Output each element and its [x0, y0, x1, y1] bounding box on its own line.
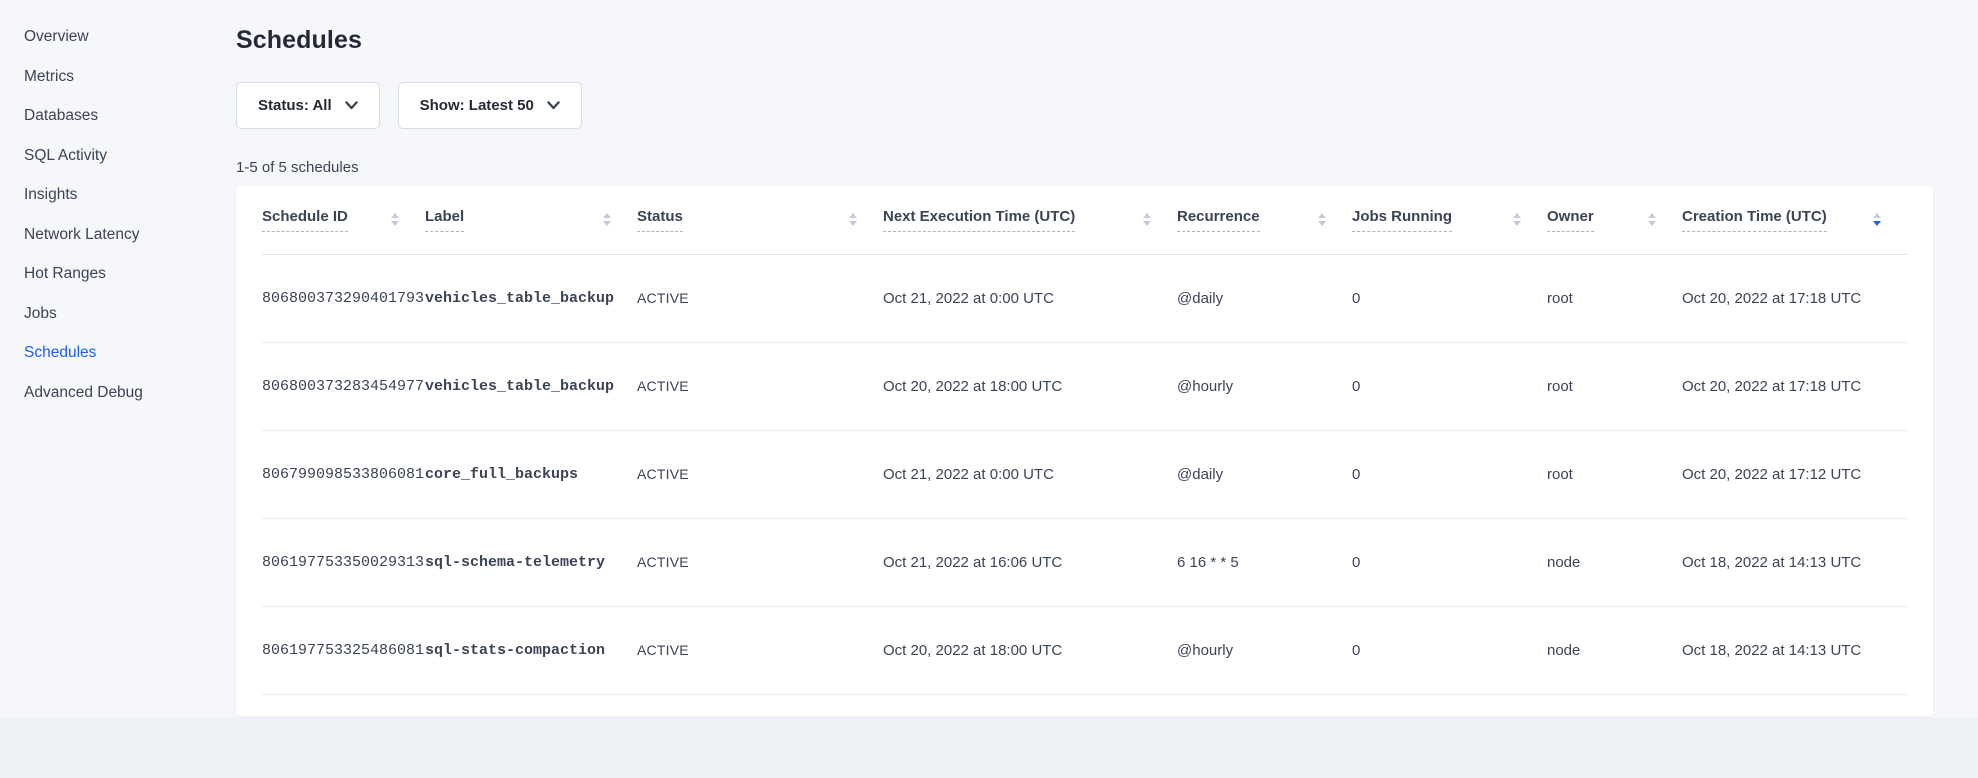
- column-header-recurrence[interactable]: Recurrence: [1177, 186, 1352, 254]
- sidebar-item-schedules[interactable]: Schedules: [24, 333, 236, 373]
- cell-owner: node: [1547, 606, 1682, 694]
- status-filter-dropdown[interactable]: Status: All: [236, 82, 380, 129]
- column-label: Creation Time (UTC): [1682, 208, 1827, 232]
- cell-creation-time: Oct 18, 2022 at 14:13 UTC: [1682, 518, 1907, 606]
- sidebar-item-advanced-debug[interactable]: Advanced Debug: [24, 373, 236, 413]
- column-label: Label: [425, 208, 464, 232]
- sidebar-item-jobs[interactable]: Jobs: [24, 294, 236, 334]
- cell-status: ACTIVE: [637, 606, 883, 694]
- table-row: 806800373290401793vehicles_table_backupA…: [262, 254, 1907, 342]
- table-row: 806799098533806081core_full_backupsACTIV…: [262, 430, 1907, 518]
- cell-status: ACTIVE: [637, 518, 883, 606]
- column-label: Recurrence: [1177, 208, 1260, 232]
- column-header-next-execution-time-utc[interactable]: Next Execution Time (UTC): [883, 186, 1177, 254]
- show-filter-dropdown[interactable]: Show: Latest 50: [398, 82, 582, 129]
- cell-creation-time: Oct 18, 2022 at 14:13 UTC: [1682, 606, 1907, 694]
- sidebar: OverviewMetricsDatabasesSQL ActivityInsi…: [0, 0, 236, 412]
- cell-jobs-running: 0: [1352, 430, 1547, 518]
- table-row: 806800373283454977vehicles_table_backupA…: [262, 342, 1907, 430]
- sort-arrows-icon: [1143, 213, 1151, 226]
- results-count: 1-5 of 5 schedules: [236, 159, 1933, 176]
- cell-recurrence: @hourly: [1177, 606, 1352, 694]
- sort-arrows-icon: [1513, 213, 1521, 226]
- cell-owner: root: [1547, 254, 1682, 342]
- column-header-status[interactable]: Status: [637, 186, 883, 254]
- schedules-table: Schedule ID Label Status Next Execution Tim…: [262, 186, 1907, 695]
- cell-schedule-id: 806197753325486081: [262, 606, 425, 694]
- cell-status: ACTIVE: [637, 342, 883, 430]
- cell-next-execution-time: Oct 21, 2022 at 16:06 UTC: [883, 518, 1177, 606]
- cell-jobs-running: 0: [1352, 254, 1547, 342]
- sort-arrows-icon: [849, 213, 857, 226]
- table-header-row: Schedule ID Label Status Next Execution Tim…: [262, 186, 1907, 254]
- sidebar-item-sql-activity[interactable]: SQL Activity: [24, 136, 236, 176]
- cell-next-execution-time: Oct 21, 2022 at 0:00 UTC: [883, 254, 1177, 342]
- column-header-owner[interactable]: Owner: [1547, 186, 1682, 254]
- cell-schedule-id: 806800373290401793: [262, 254, 425, 342]
- cell-recurrence: @daily: [1177, 430, 1352, 518]
- cell-recurrence: @hourly: [1177, 342, 1352, 430]
- main-content: Schedules Status: All Show: Latest 50 1-…: [236, 0, 1933, 716]
- cell-creation-time: Oct 20, 2022 at 17:18 UTC: [1682, 254, 1907, 342]
- cell-owner: root: [1547, 430, 1682, 518]
- cell-label: vehicles_table_backup: [425, 254, 637, 342]
- cell-jobs-running: 0: [1352, 518, 1547, 606]
- chevron-down-icon: [547, 101, 560, 110]
- cell-next-execution-time: Oct 21, 2022 at 0:00 UTC: [883, 430, 1177, 518]
- sidebar-item-overview[interactable]: Overview: [24, 17, 236, 57]
- cell-status: ACTIVE: [637, 430, 883, 518]
- cell-label: core_full_backups: [425, 430, 637, 518]
- column-label: Jobs Running: [1352, 208, 1452, 232]
- column-header-schedule-id[interactable]: Schedule ID: [262, 186, 425, 254]
- sidebar-item-insights[interactable]: Insights: [24, 175, 236, 215]
- sidebar-item-metrics[interactable]: Metrics: [24, 57, 236, 97]
- table-row: 806197753350029313sql-schema-telemetryAC…: [262, 518, 1907, 606]
- cell-owner: node: [1547, 518, 1682, 606]
- cell-creation-time: Oct 20, 2022 at 17:18 UTC: [1682, 342, 1907, 430]
- app-background: OverviewMetricsDatabasesSQL ActivityInsi…: [0, 0, 1978, 718]
- cell-recurrence: 6 16 * * 5: [1177, 518, 1352, 606]
- cell-jobs-running: 0: [1352, 342, 1547, 430]
- status-filter-label: Status: All: [258, 97, 332, 114]
- column-label: Next Execution Time (UTC): [883, 208, 1075, 232]
- sort-arrows-icon: [1873, 213, 1881, 226]
- cell-schedule-id: 806197753350029313: [262, 518, 425, 606]
- cell-schedule-id: 806799098533806081: [262, 430, 425, 518]
- cell-label: sql-schema-telemetry: [425, 518, 637, 606]
- column-label: Owner: [1547, 208, 1594, 232]
- page-title: Schedules: [236, 26, 1933, 55]
- cell-next-execution-time: Oct 20, 2022 at 18:00 UTC: [883, 606, 1177, 694]
- cell-schedule-id: 806800373283454977: [262, 342, 425, 430]
- column-label: Schedule ID: [262, 208, 348, 232]
- show-filter-label: Show: Latest 50: [420, 97, 534, 114]
- cell-status: ACTIVE: [637, 254, 883, 342]
- sort-arrows-icon: [1318, 213, 1326, 226]
- table-body: 806800373290401793vehicles_table_backupA…: [262, 254, 1907, 694]
- schedules-table-card: Schedule ID Label Status Next Execution Tim…: [236, 186, 1933, 716]
- cell-owner: root: [1547, 342, 1682, 430]
- sort-arrows-icon: [1648, 213, 1656, 226]
- sidebar-item-databases[interactable]: Databases: [24, 96, 236, 136]
- cell-jobs-running: 0: [1352, 606, 1547, 694]
- sort-arrows-icon: [603, 213, 611, 226]
- column-label: Status: [637, 208, 683, 232]
- column-header-creation-time-utc[interactable]: Creation Time (UTC): [1682, 186, 1907, 254]
- sort-arrows-icon: [391, 213, 399, 226]
- sidebar-item-network-latency[interactable]: Network Latency: [24, 215, 236, 255]
- sidebar-item-hot-ranges[interactable]: Hot Ranges: [24, 254, 236, 294]
- column-header-jobs-running[interactable]: Jobs Running: [1352, 186, 1547, 254]
- chevron-down-icon: [345, 101, 358, 110]
- column-header-label[interactable]: Label: [425, 186, 637, 254]
- table-row: 806197753325486081sql-stats-compactionAC…: [262, 606, 1907, 694]
- cell-label: vehicles_table_backup: [425, 342, 637, 430]
- cell-label: sql-stats-compaction: [425, 606, 637, 694]
- cell-creation-time: Oct 20, 2022 at 17:12 UTC: [1682, 430, 1907, 518]
- filter-bar: Status: All Show: Latest 50: [236, 82, 1933, 129]
- cell-recurrence: @daily: [1177, 254, 1352, 342]
- cell-next-execution-time: Oct 20, 2022 at 18:00 UTC: [883, 342, 1177, 430]
